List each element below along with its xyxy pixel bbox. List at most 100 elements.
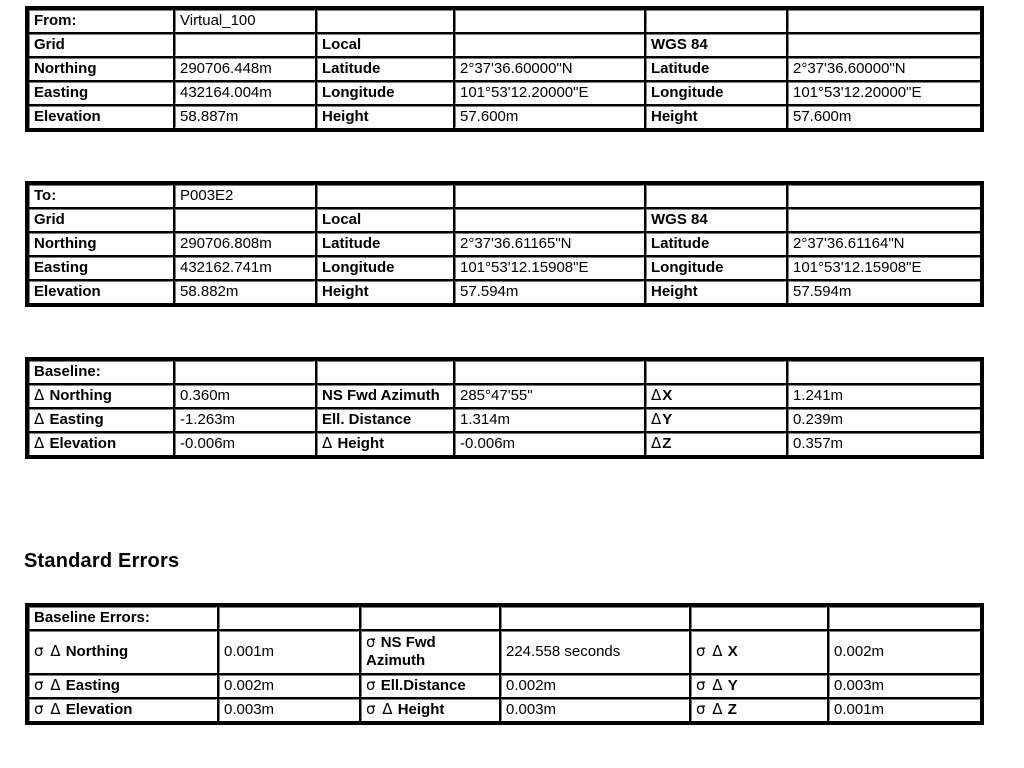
sigma-symbol: σ bbox=[366, 633, 377, 651]
delta-x-text: X bbox=[662, 387, 673, 404]
to-wgs-latitude-label: Latitude bbox=[645, 232, 787, 256]
errors-title-label: Baseline Errors: bbox=[28, 606, 218, 630]
sigma-delta-y-label: σ Δ Y bbox=[690, 674, 828, 698]
table-row: Elevation 58.882m Height 57.594m Height … bbox=[28, 280, 981, 304]
from-local-longitude-value: 101°53'12.20000"E bbox=[454, 81, 645, 105]
delta-elevation-value: -0.006m bbox=[174, 432, 316, 456]
baseline-empty-cell-2 bbox=[316, 360, 454, 384]
to-local-latitude-label: Latitude bbox=[316, 232, 454, 256]
from-wgs-longitude-label: Longitude bbox=[645, 81, 787, 105]
sigma-delta-symbol: σ Δ bbox=[696, 676, 724, 694]
to-local-latitude-value: 2°37'36.61165"N bbox=[454, 232, 645, 256]
to-wgs-longitude-value: 101°53'12.15908"E bbox=[787, 256, 981, 280]
ns-fwd-azimuth-text: NS Fwd Azimuth bbox=[322, 387, 440, 404]
to-empty-cell-4 bbox=[787, 184, 981, 208]
from-local-longitude-label: Longitude bbox=[316, 81, 454, 105]
from-elevation-label: Elevation bbox=[28, 105, 174, 129]
sigma-delta-x-value: 0.002m bbox=[828, 630, 981, 674]
from-title-label: From: bbox=[28, 9, 174, 33]
to-northing-value: 290706.808m bbox=[174, 232, 316, 256]
to-local-system-label: Local bbox=[316, 208, 454, 232]
to-wgs-height-value: 57.594m bbox=[787, 280, 981, 304]
sigma-delta-height-value: 0.003m bbox=[500, 698, 690, 722]
ns-fwd-azimuth-label: NS Fwd Azimuth bbox=[316, 384, 454, 408]
to-local-longitude-label: Longitude bbox=[316, 256, 454, 280]
sigma-delta-height-label: σ Δ Height bbox=[360, 698, 500, 722]
delta-easting-text: Easting bbox=[49, 411, 104, 428]
sigma-delta-y-value: 0.003m bbox=[828, 674, 981, 698]
delta-height-label: Δ Height bbox=[316, 432, 454, 456]
sigma-delta-easting-text: Easting bbox=[65, 677, 120, 694]
sigma-delta-symbol: σ Δ bbox=[34, 642, 62, 660]
delta-z-value: 0.357m bbox=[787, 432, 981, 456]
from-wgs-height-value: 57.600m bbox=[787, 105, 981, 129]
delta-northing-label: Δ Northing bbox=[28, 384, 174, 408]
ell-distance-text: Ell. Distance bbox=[322, 411, 412, 428]
table-row: From: Virtual_100 bbox=[28, 9, 981, 33]
delta-symbol: Δ bbox=[651, 386, 663, 404]
sigma-delta-symbol: σ Δ bbox=[34, 676, 62, 694]
table-row: Baseline Errors: bbox=[28, 606, 981, 630]
from-empty-cell-3 bbox=[645, 9, 787, 33]
delta-easting-label: Δ Easting bbox=[28, 408, 174, 432]
errors-empty-cell-4 bbox=[690, 606, 828, 630]
delta-z-label: ΔZ bbox=[645, 432, 787, 456]
sigma-delta-symbol: σ Δ bbox=[696, 700, 724, 718]
errors-empty-cell-5 bbox=[828, 606, 981, 630]
sigma-delta-elevation-value: 0.003m bbox=[218, 698, 360, 722]
from-northing-label: Northing bbox=[28, 57, 174, 81]
baseline-empty-cell-3 bbox=[454, 360, 645, 384]
from-easting-label: Easting bbox=[28, 81, 174, 105]
to-easting-label: Easting bbox=[28, 256, 174, 280]
to-title-value: P003E2 bbox=[174, 184, 316, 208]
from-point-table: From: Virtual_100 Grid Local WGS 84 Nort… bbox=[25, 6, 984, 132]
sigma-delta-z-text: Z bbox=[727, 701, 737, 718]
table-row: σ Δ Northing 0.001m σ NS Fwd Azimuth 224… bbox=[28, 630, 981, 674]
baseline-empty-cell-1 bbox=[174, 360, 316, 384]
delta-elevation-text: Elevation bbox=[49, 435, 117, 452]
from-empty-cell-5 bbox=[174, 33, 316, 57]
baseline-empty-cell-5 bbox=[787, 360, 981, 384]
table-row: Northing 290706.808m Latitude 2°37'36.61… bbox=[28, 232, 981, 256]
sigma-delta-z-label: σ Δ Z bbox=[690, 698, 828, 722]
from-title-value: Virtual_100 bbox=[174, 9, 316, 33]
delta-easting-value: -1.263m bbox=[174, 408, 316, 432]
table-row: Baseline: bbox=[28, 360, 981, 384]
sigma-delta-x-label: σ Δ X bbox=[690, 630, 828, 674]
from-local-height-value: 57.600m bbox=[454, 105, 645, 129]
to-title-label: To: bbox=[28, 184, 174, 208]
table-row: σ Δ Elevation 0.003m σ Δ Height 0.003m σ… bbox=[28, 698, 981, 722]
delta-y-value: 0.239m bbox=[787, 408, 981, 432]
errors-empty-cell-1 bbox=[218, 606, 360, 630]
sigma-ns-fwd-azimuth-text: NS Fwd Azimuth bbox=[366, 634, 436, 669]
errors-empty-cell-3 bbox=[500, 606, 690, 630]
delta-elevation-label: Δ Elevation bbox=[28, 432, 174, 456]
from-local-system-label: Local bbox=[316, 33, 454, 57]
to-easting-value: 432162.741m bbox=[174, 256, 316, 280]
sigma-delta-northing-value: 0.001m bbox=[218, 630, 360, 674]
sigma-ell-distance-text: Ell.Distance bbox=[380, 677, 466, 694]
sigma-delta-easting-label: σ Δ Easting bbox=[28, 674, 218, 698]
from-easting-value: 432164.004m bbox=[174, 81, 316, 105]
to-empty-cell-6 bbox=[454, 208, 645, 232]
sigma-delta-symbol: σ Δ bbox=[366, 700, 394, 718]
to-empty-cell-5 bbox=[174, 208, 316, 232]
delta-x-label: ΔX bbox=[645, 384, 787, 408]
from-elevation-value: 58.887m bbox=[174, 105, 316, 129]
baseline-table: Baseline: Δ Northing 0.360m NS Fwd Azimu… bbox=[25, 357, 984, 459]
table-row: Grid Local WGS 84 bbox=[28, 208, 981, 232]
from-wgs-latitude-value: 2°37'36.60000"N bbox=[787, 57, 981, 81]
to-point-table: To: P003E2 Grid Local WGS 84 Northing 29… bbox=[25, 181, 984, 307]
table-row: Δ Easting -1.263m Ell. Distance 1.314m Δ… bbox=[28, 408, 981, 432]
sigma-delta-symbol: σ Δ bbox=[696, 642, 724, 660]
from-empty-cell-2 bbox=[454, 9, 645, 33]
to-wgs-latitude-value: 2°37'36.61164"N bbox=[787, 232, 981, 256]
delta-northing-text: Northing bbox=[49, 387, 112, 404]
table-row: σ Δ Easting 0.002m σ Ell.Distance 0.002m… bbox=[28, 674, 981, 698]
from-wgs-latitude-label: Latitude bbox=[645, 57, 787, 81]
table-row: Δ Northing 0.360m NS Fwd Azimuth 285°47'… bbox=[28, 384, 981, 408]
from-local-latitude-label: Latitude bbox=[316, 57, 454, 81]
delta-y-label: ΔY bbox=[645, 408, 787, 432]
to-local-height-value: 57.594m bbox=[454, 280, 645, 304]
delta-height-value: -0.006m bbox=[454, 432, 645, 456]
